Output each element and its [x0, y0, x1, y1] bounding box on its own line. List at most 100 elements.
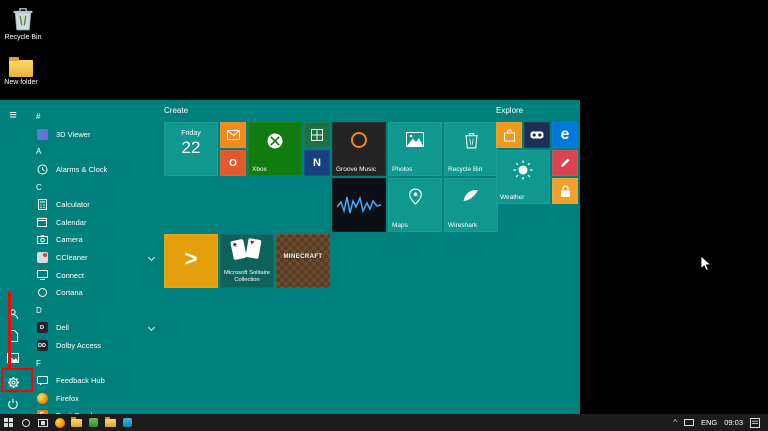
- taskbar-app-file-explorer[interactable]: [68, 414, 85, 431]
- xbox-logo-icon: [267, 133, 283, 149]
- tile-mixed-reality[interactable]: [524, 122, 550, 148]
- tile-onenote[interactable]: N: [304, 150, 330, 176]
- user-account-button[interactable]: [0, 304, 26, 324]
- desktop-screen: Recycle Bin New folder ≡ # 3D Viewer A A…: [0, 0, 768, 431]
- minecraft-logo: MINECRAFT: [283, 254, 323, 260]
- dell-icon: D: [36, 322, 48, 334]
- tile-solitaire[interactable]: ♠ ♥ Microsoft Solitaire Collection: [220, 234, 274, 288]
- tile-maps[interactable]: Maps: [388, 178, 442, 232]
- documents-button[interactable]: [0, 326, 26, 346]
- tile-recycle-bin[interactable]: Recycle Bin: [444, 122, 498, 176]
- app-list-item-cortana[interactable]: Cortana: [28, 284, 158, 302]
- tile-group-header-create[interactable]: Create: [164, 106, 188, 115]
- playing-card-icon: ♠: [230, 238, 247, 261]
- app-list-header-d[interactable]: D: [28, 302, 158, 320]
- playing-card-icon: ♥: [245, 238, 262, 259]
- tile-edge[interactable]: e: [552, 122, 578, 148]
- hidden-icons-chevron[interactable]: ^: [673, 418, 677, 427]
- tile-groove-music[interactable]: Groove Music: [332, 122, 386, 176]
- firefox-icon: [54, 417, 65, 428]
- windows-logo-icon: [4, 418, 13, 427]
- desktop-icon-new-folder[interactable]: New folder: [0, 56, 44, 87]
- taskbar-app-blue[interactable]: [119, 414, 136, 431]
- app-list-header-f[interactable]: F: [28, 354, 158, 372]
- power-button[interactable]: [0, 394, 26, 414]
- tile-group-header-explore[interactable]: Explore: [496, 106, 523, 115]
- app-list-item-camera[interactable]: Camera: [28, 231, 158, 249]
- tile-label: Weather: [500, 194, 525, 201]
- app-list-item-connect[interactable]: Connect: [28, 266, 158, 284]
- search-button[interactable]: [17, 414, 34, 431]
- calendar-icon: [36, 216, 48, 228]
- app-list-item-alarms-clock[interactable]: Alarms & Clock: [28, 161, 158, 179]
- tile-mail[interactable]: [220, 122, 246, 148]
- tile-wireshark[interactable]: Wireshark: [444, 178, 498, 232]
- taskbar-app-green[interactable]: [85, 414, 102, 431]
- tile-fresh-paint[interactable]: [552, 150, 578, 176]
- taskbar-app-firefox[interactable]: [51, 414, 68, 431]
- display-tray-icon[interactable]: [683, 419, 694, 426]
- pictures-button[interactable]: [0, 348, 26, 368]
- app-list-item-3d-viewer[interactable]: 3D Viewer: [28, 126, 158, 144]
- app-icon: [123, 418, 132, 427]
- excel-grid-icon: [311, 129, 323, 141]
- chevron-down-icon[interactable]: [147, 254, 156, 262]
- tile-photos[interactable]: Photos: [388, 122, 442, 176]
- annotation-red-line: [8, 292, 11, 369]
- app-list-header-c[interactable]: C: [28, 178, 158, 196]
- app-list-item-calendar[interactable]: Calendar: [28, 214, 158, 232]
- tile-label: Maps: [392, 222, 408, 229]
- camera-icon: [36, 234, 48, 246]
- tile-weather[interactable]: Weather: [496, 150, 550, 204]
- tile-xbox[interactable]: Xbox: [248, 122, 302, 176]
- app-list: # 3D Viewer A Alarms & Clock C Calculato…: [28, 108, 158, 414]
- tile-calendar[interactable]: Friday 22: [164, 122, 218, 176]
- app-list-item-dell[interactable]: D Dell: [28, 319, 158, 337]
- photos-icon: [406, 132, 424, 147]
- tile-music-equalizer[interactable]: [332, 178, 386, 232]
- language-indicator[interactable]: ENG: [701, 418, 717, 427]
- calculator-icon: [36, 199, 48, 211]
- start-button[interactable]: [0, 414, 17, 431]
- app-icon: [89, 418, 98, 427]
- app-list-item-firefox[interactable]: Firefox: [28, 390, 158, 408]
- expand-menu-button[interactable]: ≡: [0, 104, 26, 124]
- tile-plex[interactable]: >: [164, 234, 218, 288]
- app-list-item-feedback-hub[interactable]: Feedback Hub: [28, 372, 158, 390]
- search-icon: [21, 418, 30, 427]
- dolby-access-icon: DD: [36, 340, 48, 352]
- tile-office[interactable]: O: [220, 150, 246, 176]
- map-pin-icon: [408, 188, 422, 205]
- sun-icon: [513, 160, 533, 180]
- recycle-bin-icon: [464, 133, 478, 149]
- taskbar: ^ ENG 09:03: [0, 414, 768, 431]
- desktop-icon-recycle-bin[interactable]: Recycle Bin: [0, 6, 46, 42]
- app-list-item-calculator[interactable]: Calculator: [28, 196, 158, 214]
- tile-label: Wireshark: [448, 222, 478, 229]
- recycle-bin-icon: [13, 8, 33, 31]
- app-list-item-dolby-access[interactable]: DD Dolby Access: [28, 337, 158, 355]
- file-explorer-icon: [71, 416, 82, 427]
- connect-icon: [36, 269, 48, 281]
- tile-label: Groove Music: [336, 166, 377, 173]
- plex-arrow-icon: >: [184, 246, 198, 271]
- app-list-item-ccleaner[interactable]: CCleaner: [28, 249, 158, 267]
- tile-minecraft[interactable]: MINECRAFT: [276, 234, 330, 288]
- clock[interactable]: 09:03: [724, 418, 743, 427]
- tile-store[interactable]: [496, 122, 522, 148]
- tile-lock[interactable]: [552, 178, 578, 204]
- app-list-header-a[interactable]: A: [28, 143, 158, 161]
- chevron-down-icon[interactable]: [147, 324, 156, 332]
- waveform-icon: [337, 195, 381, 214]
- groove-logo-icon: [351, 132, 367, 148]
- app-list-item-foxit-reader[interactable]: FFoxit Reader: [28, 407, 158, 414]
- action-center-icon[interactable]: [750, 417, 760, 428]
- tile-excel[interactable]: [304, 122, 330, 148]
- app-list-header-hash[interactable]: #: [28, 108, 158, 126]
- taskbar-app-folder[interactable]: [102, 414, 119, 431]
- mouse-cursor: [700, 255, 712, 272]
- folder-icon: [9, 57, 33, 77]
- 3d-viewer-icon: [36, 128, 48, 140]
- task-view-button[interactable]: [34, 414, 51, 431]
- tile-label: Recycle Bin: [448, 166, 483, 173]
